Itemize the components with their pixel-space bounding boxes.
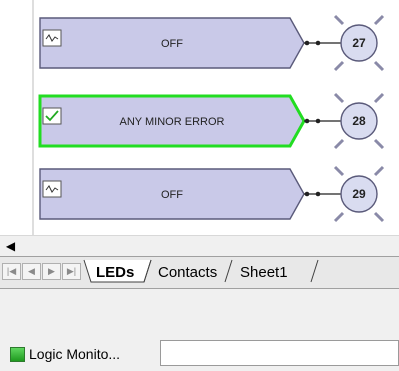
logic-monitor-task-button[interactable]: Logic Monito... [10, 342, 160, 366]
led-number: 28 [352, 114, 366, 128]
check-icon [42, 107, 62, 125]
led-number: 29 [352, 187, 366, 201]
next-sheet-icon[interactable]: ▶ [42, 263, 61, 280]
led-row-28[interactable]: ANY MINOR ERROR 28 [38, 92, 385, 150]
led-number: 27 [352, 36, 366, 50]
status-strip [0, 288, 399, 326]
tab-contacts[interactable]: Contacts [150, 263, 225, 282]
waveform-icon [42, 180, 62, 198]
led-row-27[interactable]: OFF 27 [39, 14, 385, 72]
task-label: Logic Monito... [29, 346, 121, 362]
taskbar: Logic Monito... [0, 324, 399, 371]
tab-leds[interactable]: LEDs [88, 263, 142, 282]
logic-monitor-app-icon [10, 346, 25, 362]
horizontal-scrollbar[interactable]: ◀ [0, 235, 399, 256]
led-row-29[interactable]: OFF 29 [39, 165, 385, 223]
led-label: ANY MINOR ERROR [120, 116, 225, 128]
scroll-left-arrow-icon[interactable]: ◀ [2, 238, 19, 254]
waveform-icon [42, 29, 62, 47]
sheet-tab-bar: |◀ ◀ ▶ ▶| LEDs Contacts Sheet1 [0, 256, 399, 288]
first-sheet-icon[interactable]: |◀ [2, 263, 21, 280]
led-diagram: OFF 27 ANY MINOR ERROR 28 OFF 29 [32, 0, 385, 235]
led-label: OFF [161, 38, 183, 50]
prev-sheet-icon[interactable]: ◀ [22, 263, 41, 280]
tab-sheet1[interactable]: Sheet1 [232, 263, 296, 282]
led-label: OFF [161, 189, 183, 201]
last-sheet-icon[interactable]: ▶| [62, 263, 81, 280]
taskbar-empty-slot [160, 340, 399, 366]
